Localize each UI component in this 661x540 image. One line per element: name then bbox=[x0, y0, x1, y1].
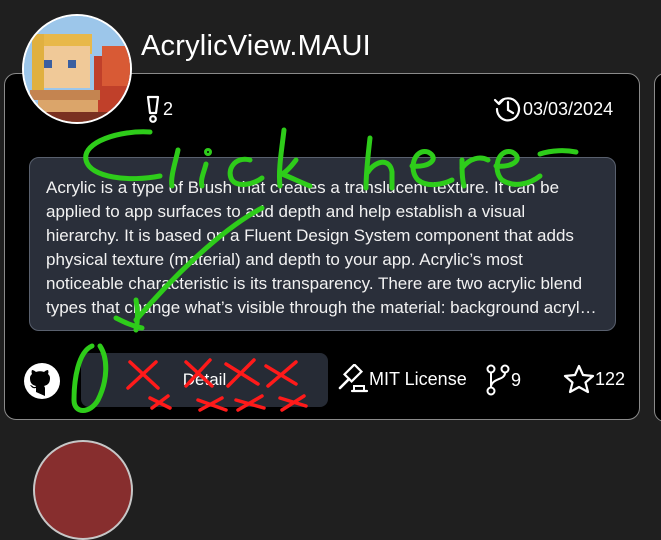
forks-count-value: 9 bbox=[511, 369, 522, 390]
next-avatar bbox=[33, 440, 133, 540]
description-text: Acrylic is a type of Brush that creates … bbox=[46, 178, 592, 317]
detail-button[interactable]: Detail bbox=[81, 353, 328, 407]
stars-count-value: 122 bbox=[595, 368, 626, 389]
stars-count[interactable]: 122 bbox=[563, 364, 625, 394]
exclamation-icon bbox=[143, 95, 163, 123]
repo-title[interactable]: AcrylicView.MAUI bbox=[141, 30, 371, 63]
license-label: MIT License bbox=[369, 368, 467, 389]
issues-count: 2 bbox=[143, 95, 173, 123]
updated-date: 03/03/2024 bbox=[493, 94, 613, 124]
history-clock-icon bbox=[493, 94, 523, 124]
avatar bbox=[22, 14, 132, 124]
forks-count[interactable]: 9 bbox=[485, 364, 521, 396]
gavel-icon bbox=[337, 364, 369, 394]
description-box: Acrylic is a type of Brush that creates … bbox=[29, 157, 616, 331]
license-info[interactable]: MIT License bbox=[337, 364, 467, 394]
next-repo-card bbox=[654, 73, 661, 422]
github-icon[interactable] bbox=[23, 362, 61, 400]
star-icon bbox=[563, 364, 595, 394]
updated-date-value: 03/03/2024 bbox=[523, 98, 614, 119]
fork-icon bbox=[485, 364, 511, 396]
issues-count-value: 2 bbox=[163, 98, 174, 119]
